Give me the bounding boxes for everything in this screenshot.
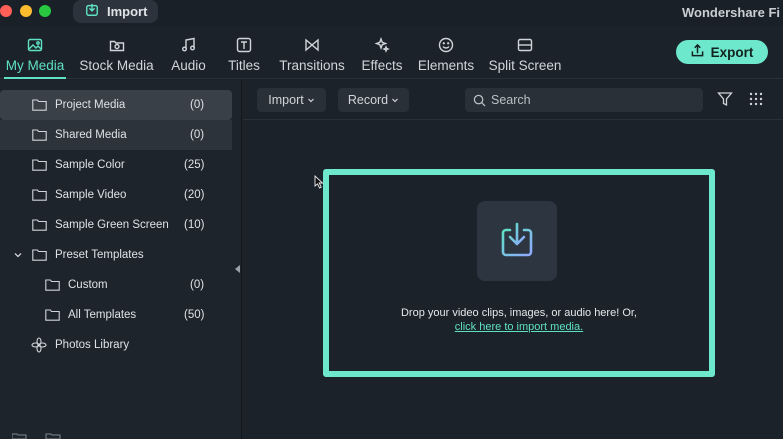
sidebar-item-count: (25) <box>184 159 205 171</box>
sidebar-item-count: (0) <box>190 279 205 291</box>
add-folder-icon[interactable] <box>12 433 62 439</box>
chevron-down-icon <box>392 98 399 103</box>
tab-label: Titles <box>228 58 260 73</box>
cloud-folder-icon <box>108 36 126 54</box>
sidebar-item-project-media[interactable]: Project Media (0) <box>0 90 232 120</box>
sparkle-icon <box>373 36 391 54</box>
tab-label: Stock Media <box>79 58 154 73</box>
tab-my-media[interactable]: My Media <box>4 26 66 79</box>
grid-view-icon[interactable] <box>749 92 763 106</box>
sidebar-item-label: Shared Media <box>55 129 127 141</box>
import-media-button[interactable] <box>477 201 557 281</box>
import-dropdown-label: Import <box>268 93 304 107</box>
sidebar-item-count: (50) <box>184 309 205 321</box>
search-placeholder: Search <box>491 93 531 107</box>
folder-icon <box>32 249 47 261</box>
app-window: Import Wondershare Fi My Media Stock Med… <box>0 0 783 439</box>
music-note-icon <box>180 36 198 54</box>
sidebar-item-sample-color[interactable]: Sample Color (25) <box>0 150 232 180</box>
folder-icon <box>45 309 60 321</box>
sidebar-item-shared-media[interactable]: Shared Media (0) <box>0 120 232 150</box>
media-drop-zone[interactable]: Drop your video clips, images, or audio … <box>323 169 715 377</box>
bowtie-icon <box>303 36 321 54</box>
active-tab-underline <box>4 77 66 79</box>
sidebar-collapse-handle[interactable] <box>235 265 240 273</box>
toolbar-divider <box>243 119 783 120</box>
sidebar-item-sample-video[interactable]: Sample Video (20) <box>0 180 232 210</box>
tab-elements[interactable]: Elements <box>417 26 475 79</box>
app-title: Wondershare Fi <box>682 5 781 20</box>
text-box-icon <box>235 36 253 54</box>
tab-label: Elements <box>417 58 475 73</box>
sidebar-item-sample-green-screen[interactable]: Sample Green Screen (10) <box>0 210 232 240</box>
sidebar-item-photos-library[interactable]: Photos Library <box>0 330 232 360</box>
media-sidebar: Project Media (0) Shared Media (0) Sampl… <box>0 80 242 439</box>
photos-flower-icon <box>31 337 47 353</box>
sidebar-item-count: (10) <box>184 219 205 231</box>
sidebar-item-count: (0) <box>190 129 205 141</box>
export-label: Export <box>710 44 754 60</box>
sidebar-item-custom[interactable]: Custom (0) <box>0 270 232 300</box>
sidebar-item-count: (20) <box>184 189 205 201</box>
search-input[interactable]: Search <box>465 88 703 112</box>
import-media-link[interactable]: click here to import media. <box>329 321 709 333</box>
title-bar: Import Wondershare Fi <box>0 0 783 26</box>
tab-label: Effects <box>361 58 403 73</box>
chevron-down-icon <box>307 98 314 103</box>
sidebar-item-label: Photos Library <box>55 339 130 351</box>
sidebar-item-label: Preset Templates <box>55 249 144 261</box>
import-icon <box>85 3 99 20</box>
sidebar-item-preset-templates[interactable]: Preset Templates <box>0 240 232 270</box>
sidebar-item-count: (0) <box>190 99 205 111</box>
tab-transitions[interactable]: Transitions <box>278 26 346 79</box>
export-icon <box>691 43 704 60</box>
tab-label: My Media <box>5 58 65 73</box>
tab-titles[interactable]: Titles <box>226 26 262 79</box>
tab-label: Transitions <box>279 58 345 73</box>
sidebar-item-label: Project Media <box>55 99 126 111</box>
import-dropdown[interactable]: Import <box>257 88 326 112</box>
tab-audio[interactable]: Audio <box>170 26 207 79</box>
folder-icon <box>32 159 47 171</box>
folder-icon <box>45 279 60 291</box>
media-library-panel: Import Record Search Drop your video cli… <box>243 80 783 439</box>
export-button[interactable]: Export <box>676 40 768 64</box>
drop-zone-text: Drop your video clips, images, or audio … <box>400 307 637 319</box>
import-download-icon <box>501 222 533 257</box>
media-toolbar: My Media Stock Media Audio Titles Transi… <box>0 26 783 79</box>
sidebar-item-label: Sample Color <box>55 159 125 171</box>
chevron-down-icon[interactable] <box>13 250 23 260</box>
mouse-cursor-icon <box>314 175 324 189</box>
folder-icon <box>32 189 47 201</box>
split-screen-icon <box>516 36 534 54</box>
folder-icon <box>32 129 47 141</box>
sidebar-item-label: Custom <box>68 279 108 291</box>
tab-effects[interactable]: Effects <box>360 26 404 79</box>
folder-icon <box>32 99 47 111</box>
folder-icon <box>32 219 47 231</box>
zoom-window-button[interactable] <box>39 5 51 17</box>
tab-label: Split Screen <box>488 58 562 73</box>
import-tab-label: Import <box>107 4 148 19</box>
record-dropdown[interactable]: Record <box>338 88 409 112</box>
tab-label: Audio <box>171 58 206 73</box>
image-icon <box>26 36 44 54</box>
tab-stock-media[interactable]: Stock Media <box>78 26 155 79</box>
sidebar-item-all-templates[interactable]: All Templates (50) <box>0 300 232 330</box>
filter-icon[interactable] <box>717 91 733 107</box>
sidebar-item-label: All Templates <box>68 309 137 321</box>
tab-split-screen[interactable]: Split Screen <box>488 26 562 79</box>
sidebar-item-label: Sample Green Screen <box>55 219 169 231</box>
minimize-window-button[interactable] <box>20 5 32 17</box>
search-icon <box>473 94 486 107</box>
record-dropdown-label: Record <box>347 93 389 107</box>
close-window-button[interactable] <box>0 5 12 17</box>
smiley-icon <box>437 36 455 54</box>
import-tab[interactable]: Import <box>73 0 158 23</box>
sidebar-item-label: Sample Video <box>55 189 127 201</box>
